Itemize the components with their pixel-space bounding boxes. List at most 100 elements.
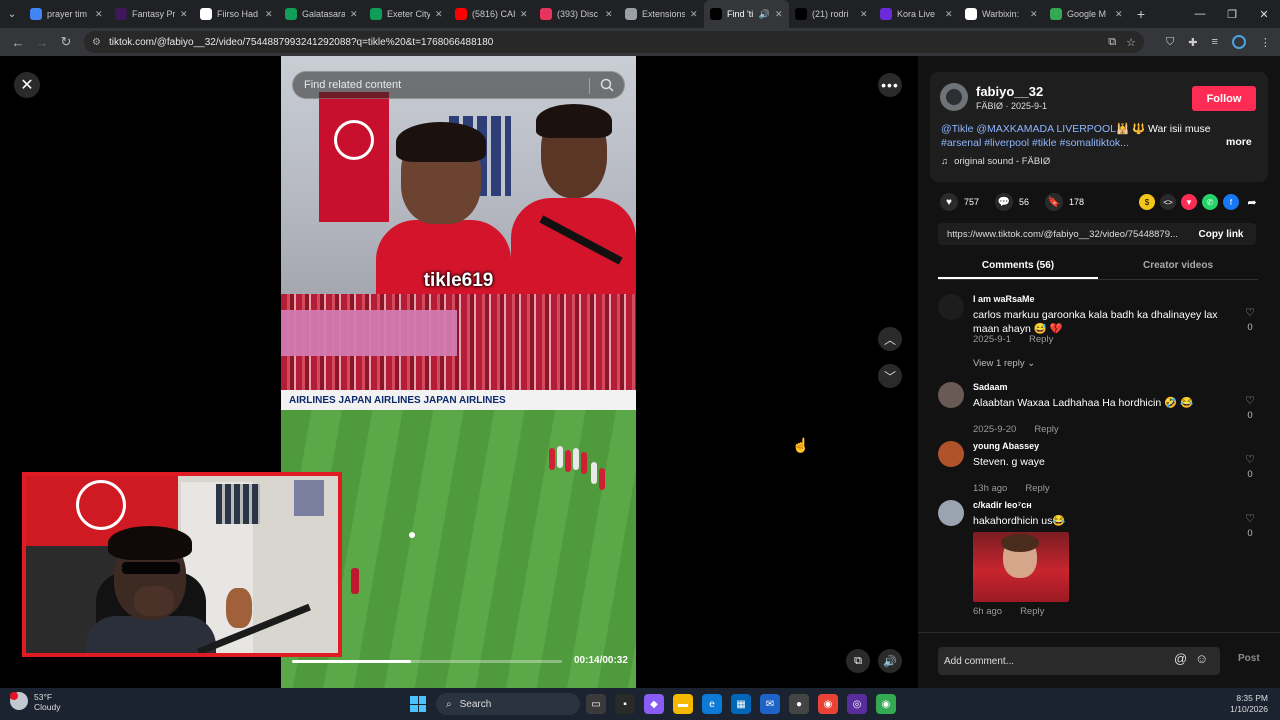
back-icon[interactable]: ← [6, 35, 30, 50]
close-video-button[interactable]: ✕ [14, 72, 40, 98]
commenter-avatar[interactable] [938, 294, 964, 320]
caption-more-link[interactable]: more [1226, 136, 1252, 148]
minimize-icon[interactable]: — [1184, 8, 1216, 21]
tab-close-icon[interactable]: ✕ [520, 9, 528, 20]
send-to-friend-icon[interactable]: ▼ [1181, 194, 1197, 210]
comment-like-icon[interactable]: ♡ [1244, 394, 1256, 407]
like-stat[interactable]: ♥ 757 [940, 193, 979, 211]
bookmark-star-icon[interactable]: ☆ [1126, 36, 1136, 49]
browser-tab[interactable]: Kora Live ✕ [874, 0, 959, 28]
tab-close-icon[interactable]: ✕ [1030, 9, 1038, 20]
browser-tab[interactable]: Exeter City ✕ [364, 0, 449, 28]
share-arrow-icon[interactable]: ➦ [1244, 194, 1260, 210]
game-app-icon[interactable]: ● [789, 694, 809, 714]
comment-like-icon[interactable]: ♡ [1244, 306, 1256, 319]
system-clock[interactable]: 8:35 PM 1/10/2026 [1230, 693, 1268, 715]
tab-creator-videos[interactable]: Creator videos [1098, 256, 1258, 279]
browser-tab[interactable]: Galatasara ✕ [279, 0, 364, 28]
copy-link-button[interactable]: Copy link [1186, 229, 1256, 240]
address-bar[interactable]: ⚙ tiktok.com/@fabiyo__32/video/754488799… [84, 31, 1144, 53]
browser-tab[interactable]: Fantasy Pr ✕ [109, 0, 194, 28]
tab-audio-icon[interactable]: 🔊 [759, 9, 770, 20]
tab-close-icon[interactable]: ✕ [775, 9, 783, 20]
tab-close-icon[interactable]: ✕ [945, 9, 953, 20]
browser-tab[interactable]: Warbixin: ✕ [959, 0, 1044, 28]
new-tab-button[interactable]: + [1129, 6, 1153, 22]
browser-tab[interactable]: Find 'ti 🔊 ✕ [704, 0, 789, 28]
tab-comments[interactable]: Comments (56) [938, 256, 1098, 279]
tab-close-icon[interactable]: ✕ [690, 9, 698, 20]
comment-image[interactable] [973, 532, 1069, 602]
caption-hashtags[interactable]: #arsenal #liverpool #tikle #somalitiktok… [941, 137, 1129, 149]
whatsapp-icon[interactable]: ✆ [1202, 194, 1218, 210]
tab-search-menu-icon[interactable]: ⌄ [0, 0, 24, 28]
save-stat[interactable]: 🔖 178 [1045, 193, 1084, 211]
store-icon[interactable]: ▦ [731, 694, 751, 714]
reply-button[interactable]: Reply [1034, 424, 1058, 435]
tab-search-icon[interactable]: ≡ [1211, 36, 1217, 48]
browser-tab[interactable]: prayer tim ✕ [24, 0, 109, 28]
file-explorer-icon[interactable]: ▬ [673, 694, 693, 714]
browser-tab[interactable]: (5816) CAI ✕ [449, 0, 534, 28]
restore-icon[interactable]: ❐ [1216, 8, 1248, 21]
comment-like-icon[interactable]: ♡ [1244, 512, 1256, 525]
facebook-icon[interactable]: f [1223, 194, 1239, 210]
copilot-icon[interactable]: ◆ [644, 694, 664, 714]
terminal-icon[interactable]: ▪ [615, 694, 635, 714]
browser-tab[interactable]: Google M ✕ [1044, 0, 1129, 28]
install-app-icon[interactable]: ⧉ [1108, 36, 1116, 49]
previous-video-button[interactable]: ︿ [878, 327, 902, 351]
reply-button[interactable]: Reply [1029, 334, 1053, 345]
emoji-icon[interactable]: ☺ [1195, 651, 1208, 666]
comment-stat[interactable]: 💬 56 [995, 193, 1029, 211]
edge-icon[interactable]: e [702, 694, 722, 714]
caption-mentions[interactable]: @Tikle @MAXKAMADA LIVERPOOL [941, 123, 1116, 135]
chrome-icon[interactable]: ◉ [818, 694, 838, 714]
browser-tab[interactable]: Extensions ✕ [619, 0, 704, 28]
commenter-name[interactable]: I am waRsaMe [973, 294, 1035, 304]
weather-widget[interactable]: 53°F Cloudy [10, 692, 60, 712]
profile-avatar[interactable] [1231, 35, 1246, 49]
browser-tab[interactable]: (393) Disc ✕ [534, 0, 619, 28]
shield-extension-icon[interactable]: ⛉ [1166, 36, 1174, 49]
search-icon[interactable] [600, 78, 614, 92]
tab-close-icon[interactable]: ✕ [180, 9, 188, 20]
reload-icon[interactable]: ↻ [54, 34, 78, 50]
browser-menu-icon[interactable]: ⋮ [1260, 36, 1271, 49]
commenter-avatar[interactable] [938, 441, 964, 467]
author-name[interactable]: fabiyo__32 [976, 84, 1043, 99]
reply-button[interactable]: Reply [1020, 606, 1044, 617]
task-view-icon[interactable]: ▭ [586, 694, 606, 714]
floating-player-icon[interactable]: ⧉ [846, 649, 870, 673]
outlook-icon[interactable]: ✉ [760, 694, 780, 714]
forward-icon[interactable]: → [30, 35, 54, 50]
windows-start-icon[interactable] [410, 696, 426, 712]
tab-close-icon[interactable]: ✕ [350, 9, 358, 20]
video-progress-bar[interactable] [292, 660, 562, 663]
commenter-name[interactable]: young Abassey [973, 441, 1039, 451]
tab-close-icon[interactable]: ✕ [435, 9, 443, 20]
sound-link[interactable]: ♫ original sound - FÄBIØ [941, 156, 1050, 167]
commenter-avatar[interactable] [938, 500, 964, 526]
browser-tab[interactable]: Fiirso Had ✕ [194, 0, 279, 28]
obs-icon[interactable]: ◎ [847, 694, 867, 714]
chrome-profile-icon[interactable]: ◉ [876, 694, 896, 714]
author-avatar[interactable] [940, 83, 968, 111]
commenter-name[interactable]: Sadaam [973, 382, 1008, 392]
reply-button[interactable]: Reply [1025, 483, 1049, 494]
next-video-button[interactable]: ﹀ [878, 364, 902, 388]
taskbar-search[interactable]: ⌕ Search [436, 693, 580, 715]
tab-close-icon[interactable]: ✕ [265, 9, 273, 20]
browser-tab[interactable]: (21) rodri ✕ [789, 0, 874, 28]
site-info-icon[interactable]: ⚙ [92, 37, 101, 48]
find-related-search[interactable]: Find related content [292, 71, 625, 99]
video-link-url[interactable]: https://www.tiktok.com/@fabiyo__32/video… [938, 229, 1186, 240]
tab-close-icon[interactable]: ✕ [605, 9, 613, 20]
commenter-name[interactable]: c/kadir leo⁷ᴄʜ [973, 500, 1032, 510]
close-window-icon[interactable]: ✕ [1248, 8, 1280, 21]
comment-like-icon[interactable]: ♡ [1244, 453, 1256, 466]
volume-icon[interactable]: 🔊 [878, 649, 902, 673]
tab-close-icon[interactable]: ✕ [860, 9, 868, 20]
tab-close-icon[interactable]: ✕ [95, 9, 103, 20]
mention-icon[interactable]: @ [1174, 651, 1187, 666]
